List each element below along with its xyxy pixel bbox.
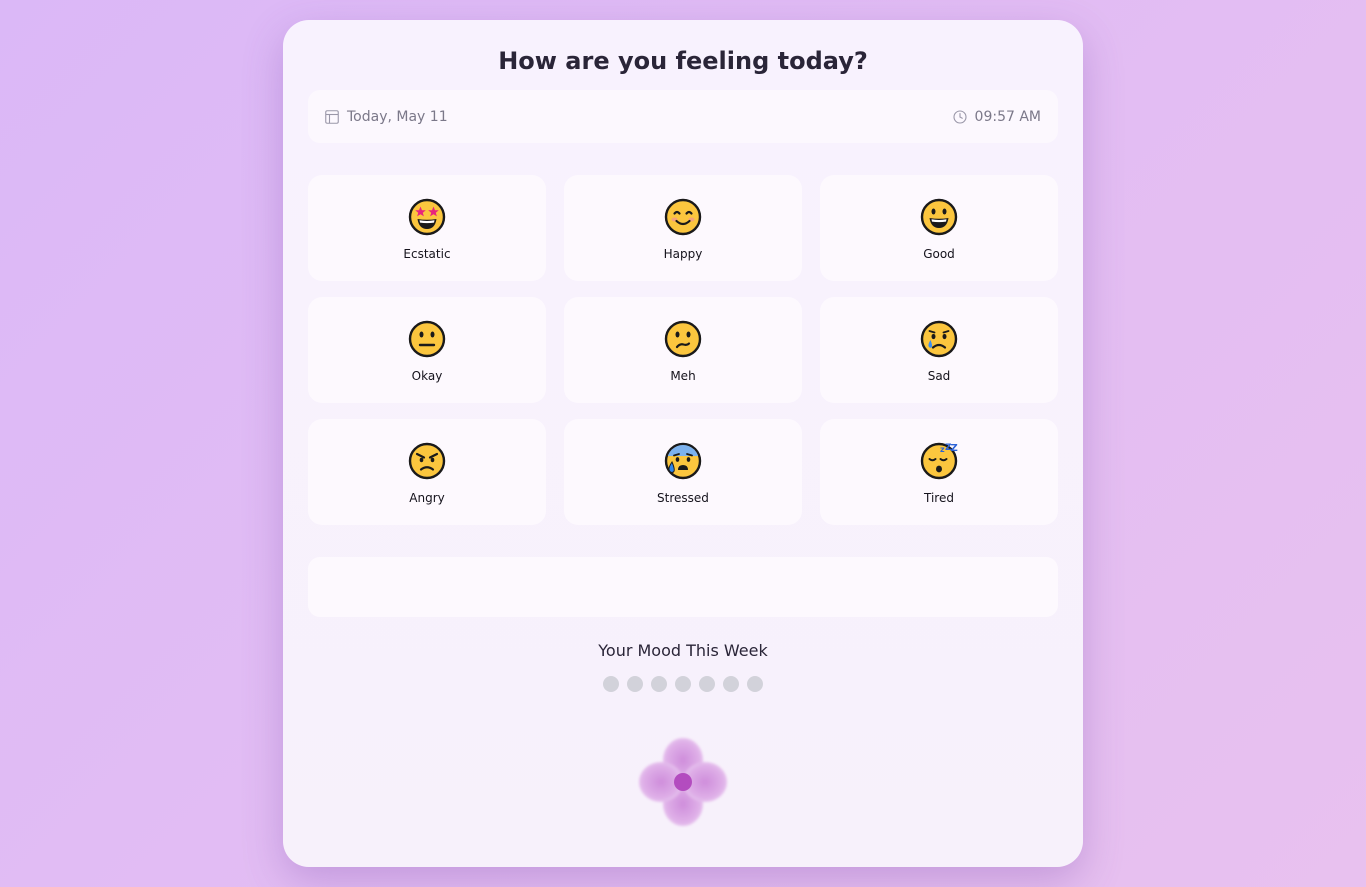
week-day-dot — [651, 676, 667, 692]
mood-label: Angry — [409, 491, 445, 505]
date-time-bar: Today, May 11 09:57 AM — [308, 90, 1058, 143]
mood-option-meh[interactable]: Meh — [564, 297, 802, 403]
week-day-dot — [627, 676, 643, 692]
star-struck-face-icon — [408, 198, 446, 236]
mood-option-happy[interactable]: Happy — [564, 175, 802, 281]
anxious-sweat-face-icon — [664, 442, 702, 480]
mood-option-tired[interactable]: z Z Z Tired — [820, 419, 1058, 525]
clock-icon — [952, 109, 975, 124]
mood-note-input[interactable] — [308, 557, 1058, 617]
week-day-dot — [747, 676, 763, 692]
mood-option-good[interactable]: Good — [820, 175, 1058, 281]
time-text: 09:57 AM — [974, 108, 1041, 125]
grinning-face-icon — [920, 198, 958, 236]
angry-face-icon — [408, 442, 446, 480]
mood-label: Happy — [663, 247, 703, 261]
mood-label: Meh — [670, 369, 696, 383]
sleeping-face-icon: z Z Z — [920, 442, 958, 480]
mood-option-okay[interactable]: Okay — [308, 297, 546, 403]
week-day-dot — [723, 676, 739, 692]
page-title: How are you feeling today? — [498, 47, 868, 75]
date-text: Today, May 11 — [347, 108, 448, 125]
mood-option-sad[interactable]: Sad — [820, 297, 1058, 403]
calendar-icon — [325, 109, 347, 124]
confused-face-icon — [664, 320, 702, 358]
svg-text:Z: Z — [951, 443, 958, 454]
date-display: Today, May 11 — [325, 90, 448, 143]
mood-card: How are you feeling today? Today, May 11… — [283, 20, 1083, 867]
mood-options-grid: Ecstatic Happy Good Okay Meh Sad Angry S… — [308, 175, 1058, 525]
mood-label: Sad — [927, 369, 951, 383]
mood-label: Tired — [924, 491, 954, 505]
neutral-face-icon — [408, 320, 446, 358]
week-day-dot — [675, 676, 691, 692]
crying-face-icon — [920, 320, 958, 358]
week-section-title: Your Mood This Week — [598, 641, 768, 660]
mood-label: Good — [923, 247, 955, 261]
week-day-dot — [603, 676, 619, 692]
mood-option-stressed[interactable]: Stressed — [564, 419, 802, 525]
mood-label: Okay — [411, 369, 443, 383]
week-day-dot — [699, 676, 715, 692]
week-mood-dots — [283, 676, 1083, 692]
mood-option-angry[interactable]: Angry — [308, 419, 546, 525]
mood-label: Ecstatic — [403, 247, 451, 261]
smiling-face-icon — [664, 198, 702, 236]
mood-label: Stressed — [657, 491, 709, 505]
time-display: 09:57 AM — [952, 90, 1041, 143]
mood-option-ecstatic[interactable]: Ecstatic — [308, 175, 546, 281]
flower-icon — [637, 736, 729, 828]
